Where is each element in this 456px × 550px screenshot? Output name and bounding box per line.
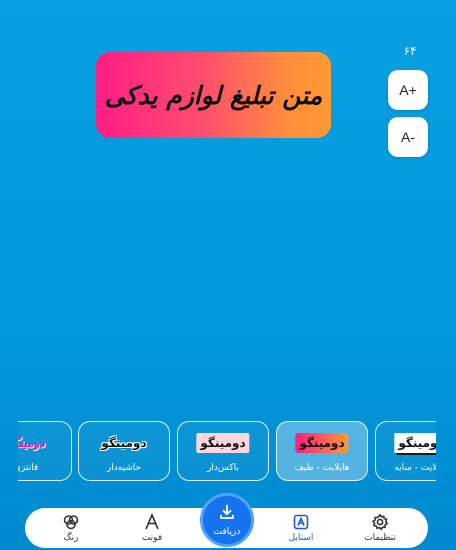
nav-item-font[interactable]: فونت	[117, 508, 187, 548]
nav-item-settings[interactable]: تنظیمات	[345, 508, 415, 548]
style-option-outlined[interactable]: دومینگو حاشیه‌دار	[78, 421, 170, 481]
increase-size-button[interactable]: A+	[388, 70, 428, 110]
text-preview-card[interactable]: متن تبلیغ لوازم یدکی	[96, 52, 331, 138]
decrease-size-button[interactable]: A-	[388, 117, 428, 157]
font-icon	[143, 513, 161, 531]
nav-label-style: استایل	[288, 533, 314, 543]
style-label: حاشیه‌دار	[106, 463, 142, 473]
style-preview: دومینگو	[18, 436, 45, 450]
style-options-strip[interactable]: دومینگو فانتزی دومینگو حاشیه‌دار دومینگو…	[18, 421, 436, 483]
style-preview: دومینگو	[394, 433, 436, 453]
nav-item-style[interactable]: استایل	[266, 508, 336, 548]
style-option-boxed[interactable]: دومینگو باکس‌دار	[177, 421, 269, 481]
style-icon	[292, 513, 310, 531]
nav-item-color[interactable]: رنگ	[36, 508, 106, 548]
style-label: باکس‌دار	[207, 463, 239, 473]
style-label: هایلایت - طیف	[294, 463, 350, 473]
download-button[interactable]: دریافت	[200, 493, 254, 547]
style-preview: دومینگو	[295, 433, 349, 453]
text-size-value: ۶۴	[403, 44, 417, 58]
nav-label-color: رنگ	[63, 533, 79, 543]
nav-label-font: فونت	[141, 533, 163, 543]
download-icon	[218, 503, 236, 525]
preview-text: متن تبلیغ لوازم یدکی	[104, 80, 323, 110]
gear-icon	[371, 513, 389, 531]
palette-icon	[62, 513, 80, 531]
style-preview: دومینگو	[101, 436, 147, 450]
style-label: هایلایت - سایه	[394, 463, 436, 473]
style-option-fancy[interactable]: دومینگو فانتزی	[18, 421, 72, 481]
style-option-highlight-gradient[interactable]: دومینگو هایلایت - طیف	[276, 421, 368, 481]
style-option-highlight-shadow[interactable]: دومینگو هایلایت - سایه	[375, 421, 436, 481]
nav-label-settings: تنظیمات	[364, 533, 396, 543]
style-label: فانتزی	[18, 463, 39, 473]
style-preview: دومینگو	[196, 433, 250, 453]
download-label: دریافت	[213, 527, 241, 537]
